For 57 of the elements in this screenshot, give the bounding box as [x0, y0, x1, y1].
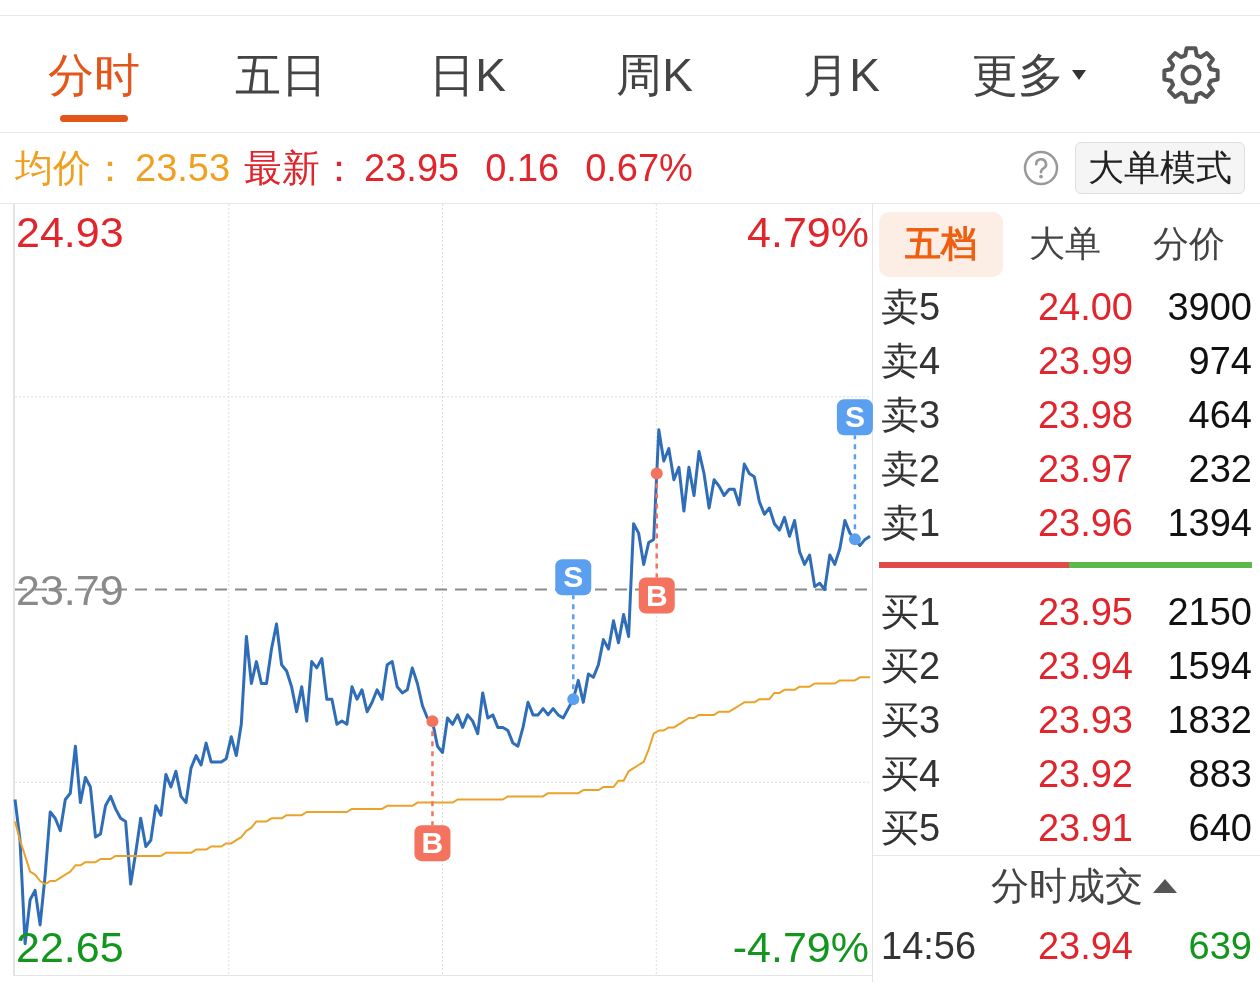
ask-volume: 974	[1188, 339, 1252, 383]
chart-period-tab[interactable]: 周K	[616, 47, 693, 122]
chart-period-tab[interactable]: 月K	[803, 47, 880, 122]
ask-level-label: 卖5	[881, 285, 941, 329]
order-book-tab[interactable]: 分价	[1127, 212, 1251, 277]
ask-level-label: 卖1	[881, 501, 941, 545]
price-change-percent: 0.67%	[585, 146, 693, 190]
chart-period-tab[interactable]: 分时	[47, 47, 140, 122]
bid-level-label: 买2	[881, 644, 941, 688]
latest-price-value: 23.95	[364, 146, 460, 190]
bid-volume: 883	[1188, 752, 1252, 796]
large-order-mode-button[interactable]: 大单模式	[1075, 142, 1245, 194]
percent-axis-label: -4.79%	[732, 921, 869, 973]
chart-period-tab[interactable]: 日K	[429, 47, 506, 122]
bid-price: 23.94	[1037, 644, 1133, 688]
trade-volume: 639	[1188, 924, 1252, 968]
chart-period-tab[interactable]: 更多	[971, 47, 1086, 122]
bid-price: 23.93	[1037, 698, 1133, 742]
trade-time: 14:56	[881, 924, 977, 968]
trade-price: 23.94	[1037, 924, 1133, 968]
caret-up-icon	[1152, 879, 1177, 893]
bid-price: 23.92	[1037, 752, 1133, 796]
ask-price: 24.00	[1037, 285, 1133, 329]
help-icon[interactable]	[1023, 150, 1059, 186]
bid-volume: 1594	[1167, 644, 1252, 688]
bid-volume: 640	[1188, 806, 1252, 850]
bid-level-label: 买5	[881, 806, 941, 850]
ask-price: 23.98	[1037, 393, 1133, 437]
ask-volume: 464	[1188, 393, 1252, 437]
ask-price: 23.97	[1037, 447, 1133, 491]
order-book-tab[interactable]: 大单	[1003, 212, 1127, 277]
caret-down-icon	[1071, 70, 1086, 80]
ask-volume: 3900	[1167, 285, 1252, 329]
ask-level-label: 卖3	[881, 393, 941, 437]
ask-volume: 1394	[1167, 501, 1252, 545]
bid-price: 23.95	[1037, 590, 1133, 634]
chart-period-tab[interactable]: 五日	[234, 47, 327, 122]
price-change-value: 0.16	[485, 146, 560, 190]
ask-volume: 232	[1188, 447, 1252, 491]
bid-level-label: 买1	[881, 590, 941, 634]
bid-price: 23.91	[1037, 806, 1133, 850]
average-price-label: 均价：	[15, 145, 129, 191]
latest-price-label: 最新：	[244, 145, 359, 191]
average-price-value: 23.53	[135, 146, 231, 190]
ask-price: 23.96	[1037, 501, 1133, 545]
bid-level-label: 买3	[881, 698, 941, 742]
bid-volume: 2150	[1167, 590, 1252, 634]
percent-axis-label: 4.79%	[747, 207, 869, 259]
settings-icon[interactable]	[1161, 45, 1221, 105]
bid-volume: 1832	[1167, 698, 1252, 742]
bid-level-label: 买4	[881, 752, 941, 796]
ask-level-label: 卖2	[881, 447, 941, 491]
price-axis-label: 22.65	[16, 921, 124, 973]
ask-level-label: 卖4	[881, 339, 941, 383]
ask-price: 23.99	[1037, 339, 1133, 383]
price-axis-label: 24.93	[16, 207, 124, 259]
trades-toggle[interactable]: 分时成交	[990, 864, 1177, 908]
